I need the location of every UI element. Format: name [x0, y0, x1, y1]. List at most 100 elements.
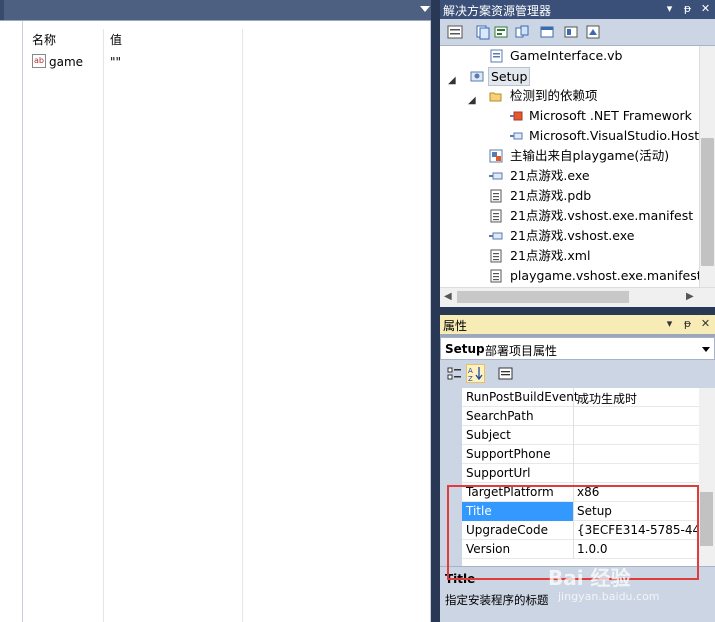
svg-text:Z: Z [468, 375, 473, 382]
scroll-left-icon[interactable]: ◀ [444, 291, 452, 302]
property-name: Subject [466, 428, 511, 442]
tree-item-setup[interactable]: ◢ Setup [440, 66, 699, 86]
tree-item-vshost-manifest[interactable]: 21点游戏.vshost.exe.manifest [440, 206, 699, 226]
property-divider[interactable] [573, 407, 574, 426]
property-name: SearchPath [466, 409, 534, 423]
variable-value-cell[interactable]: "" [110, 55, 121, 69]
column-header-value[interactable]: 值 [110, 31, 122, 48]
watermark-url: jingyan.baidu.com [558, 590, 660, 603]
property-row-supporturl[interactable]: SupportUrl [462, 464, 699, 483]
window-menu-arrow-icon[interactable] [420, 6, 430, 12]
tree-item-vshost-exe[interactable]: 21点游戏.vshost.exe [440, 226, 699, 246]
property-row-runpostbuildevent[interactable]: RunPostBuildEvent 成功生成时 [462, 388, 699, 407]
window-position-dropdown-icon[interactable]: ▾ [662, 316, 677, 332]
properties-icon[interactable] [447, 24, 463, 40]
tree-item-playgame-manifest[interactable]: playgame.vshost.exe.manifest [440, 266, 699, 286]
variables-grid: 名称 值 ab game "" [0, 21, 431, 622]
solution-tree-horizontal-scrollbar[interactable]: ◀ ▶ [440, 287, 715, 307]
tree-item-label: 检测到的依赖项 [510, 88, 598, 103]
scrollbar-thumb[interactable] [701, 138, 714, 266]
auto-hide-pin-icon[interactable]: ᵽ [680, 1, 695, 17]
custom-actions-icon[interactable] [585, 24, 601, 40]
grid-column-divider[interactable] [103, 29, 104, 622]
svg-text:A: A [468, 367, 473, 375]
refresh-icon[interactable] [493, 24, 509, 40]
property-name: RunPostBuildEvent [466, 390, 579, 404]
scrollbar-thumb[interactable] [700, 492, 713, 546]
column-header-name[interactable]: 名称 [32, 31, 56, 48]
tree-item-pdb[interactable]: 21点游戏.pdb [440, 186, 699, 206]
property-divider[interactable] [573, 445, 574, 464]
folder-open-icon [489, 92, 502, 102]
property-row-searchpath[interactable]: SearchPath [462, 407, 699, 426]
solution-tree: GameInterface.vb ◢ Setup ◢ 检测到的依赖项 Micro… [440, 46, 699, 287]
tree-item-exe[interactable]: 21点游戏.exe [440, 166, 699, 186]
tree-item-label: 21点游戏.pdb [510, 188, 592, 203]
tree-item-label: Microsoft .NET Framework [529, 108, 692, 123]
chevron-down-icon[interactable] [702, 347, 710, 352]
properties-toolbar: AZ [440, 360, 715, 388]
setup-project-icon [470, 71, 484, 82]
grid-column-divider[interactable] [242, 29, 243, 622]
description-text: 指定安装程序的标题 [445, 593, 549, 607]
properties-titlebar[interactable]: 属性 ▾ ᵽ ✕ [440, 315, 715, 334]
document-icon [490, 249, 502, 263]
tree-item-label: Setup [488, 67, 531, 86]
tree-item-xml[interactable]: 21点游戏.xml [440, 246, 699, 266]
alphabetical-sort-icon[interactable]: AZ [466, 364, 485, 383]
variable-name-cell[interactable]: game [49, 55, 83, 69]
tree-item-label: 21点游戏.exe [510, 168, 590, 183]
property-grid-scrollbar[interactable] [699, 388, 715, 566]
property-name: SupportPhone [466, 447, 551, 461]
auto-hide-pin-icon[interactable]: ᵽ [680, 316, 695, 332]
document-icon [490, 209, 502, 223]
tree-item-label: 21点游戏.vshost.exe.manifest [510, 208, 694, 223]
solution-explorer-title: 解决方案资源管理器 [443, 4, 552, 18]
tree-item-gameinterface[interactable]: GameInterface.vb [440, 46, 699, 66]
exe-file-icon [489, 232, 503, 240]
close-icon[interactable]: ✕ [698, 316, 713, 332]
pane-splitter[interactable] [431, 0, 440, 622]
registry-editor-icon[interactable] [539, 24, 555, 40]
document-icon [490, 189, 502, 203]
file-types-editor-icon[interactable] [563, 24, 579, 40]
window-edge [0, 0, 4, 20]
property-divider[interactable] [573, 464, 574, 483]
close-icon[interactable]: ✕ [698, 1, 713, 17]
tree-item-visualstudio-hosting[interactable]: Microsoft.VisualStudio.Hostin [440, 126, 699, 146]
panel-splitter[interactable] [440, 307, 715, 315]
variables-window: 名称 值 ab game "" [0, 0, 436, 622]
categorized-icon[interactable] [445, 364, 464, 383]
exe-file-icon [489, 172, 503, 180]
tree-item-label: 21点游戏.xml [510, 248, 591, 263]
watermark-logo: Bai 经验 [548, 566, 631, 590]
property-name: SupportUrl [466, 466, 531, 480]
solution-tree-vertical-scrollbar[interactable] [699, 46, 715, 287]
property-pages-icon[interactable] [496, 364, 515, 383]
scrollbar-thumb[interactable] [457, 291, 629, 303]
tree-item-dotnet-framework[interactable]: Microsoft .NET Framework [440, 106, 699, 126]
variables-window-header-bar [0, 0, 436, 20]
object-selector[interactable]: Setup 部署项目属性 [440, 337, 715, 360]
object-type: 部署项目属性 [485, 344, 558, 358]
property-value[interactable]: 成功生成时 [577, 390, 637, 407]
assembly-dependency-icon [510, 132, 523, 140]
tree-item-label: 21点游戏.vshost.exe [510, 228, 635, 243]
scroll-right-icon[interactable]: ▶ [686, 291, 694, 302]
window-position-dropdown-icon[interactable]: ▾ [662, 1, 677, 17]
property-row-supportphone[interactable]: SupportPhone [462, 445, 699, 464]
property-divider[interactable] [573, 388, 574, 407]
tree-item-primary-output[interactable]: 主输出来自playgame(活动) [440, 146, 699, 166]
tree-item-label: 主输出来自playgame(活动) [510, 148, 670, 163]
string-variable-icon: ab [32, 54, 46, 68]
file-system-editor-icon[interactable] [514, 24, 530, 40]
tree-item-detected-dependencies[interactable]: ◢ 检测到的依赖项 [440, 86, 699, 106]
primary-output-icon [489, 149, 503, 163]
properties-title: 属性 [443, 319, 468, 333]
grid-margin-line [22, 21, 23, 622]
solution-explorer-titlebar[interactable]: 解决方案资源管理器 ▾ ᵽ ✕ [440, 0, 715, 19]
property-row-subject[interactable]: Subject [462, 426, 699, 445]
show-all-files-icon[interactable] [475, 24, 491, 40]
tree-item-label: playgame.vshost.exe.manifest [510, 268, 699, 283]
property-divider[interactable] [573, 426, 574, 445]
